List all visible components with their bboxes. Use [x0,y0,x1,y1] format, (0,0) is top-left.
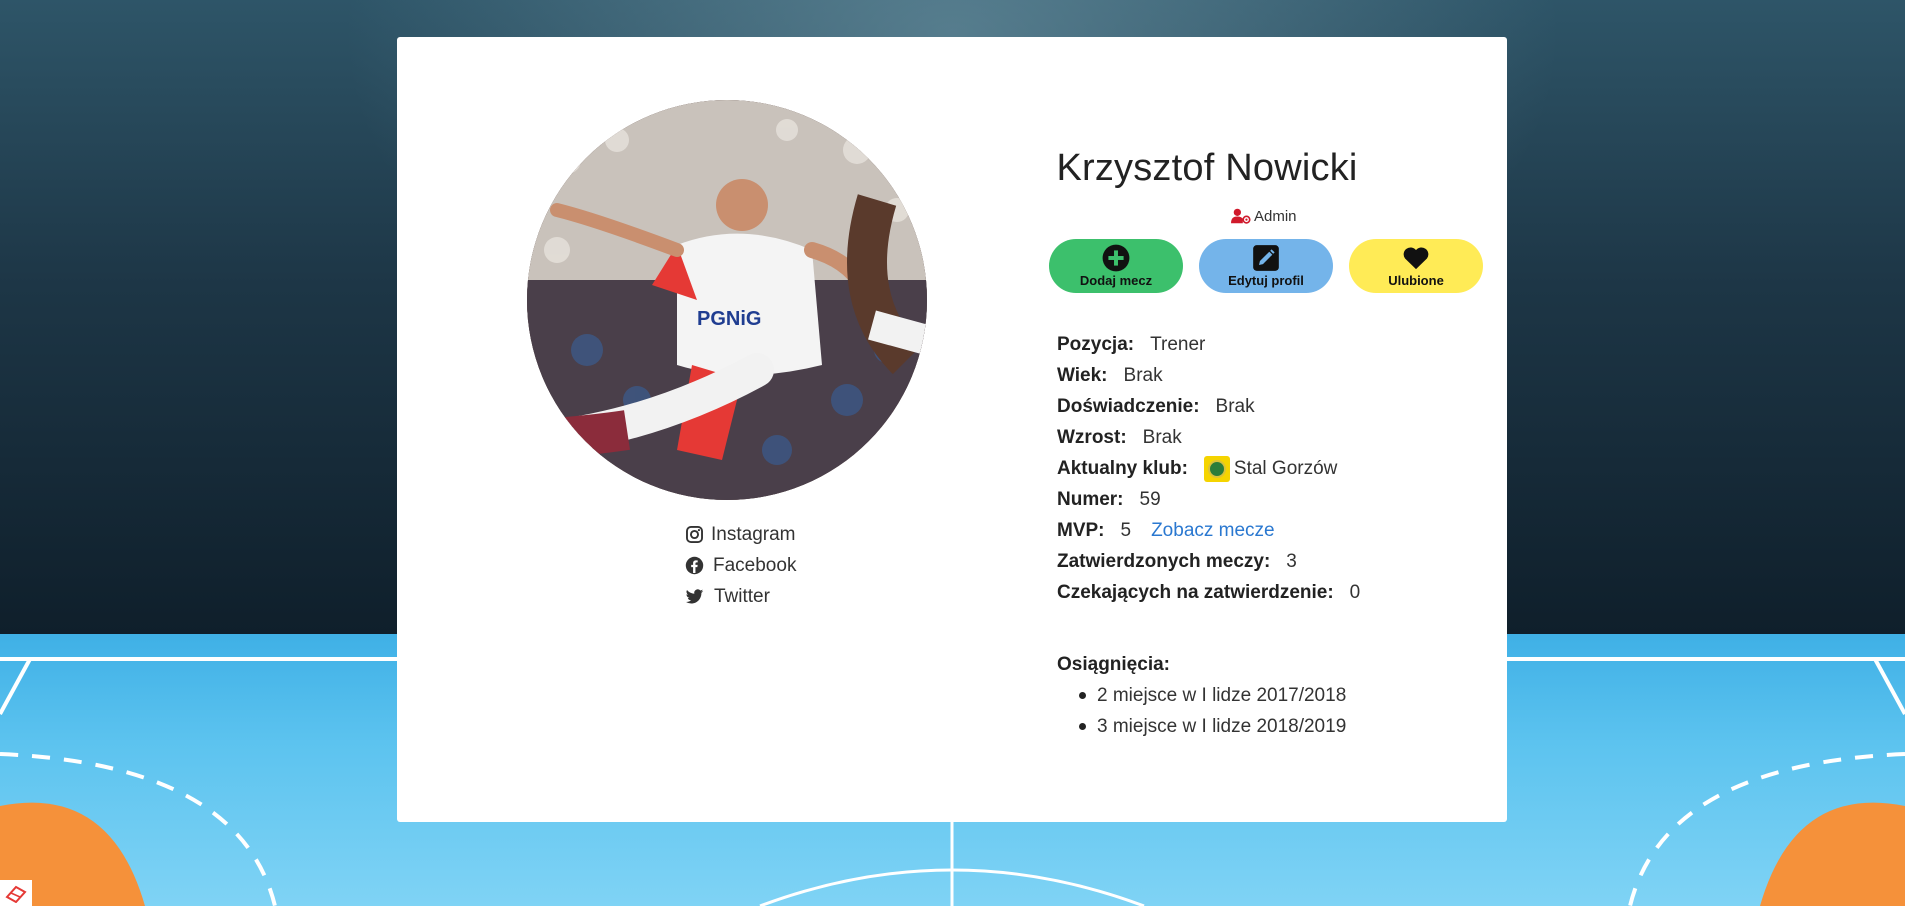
instagram-label: Instagram [711,523,796,545]
club-value: Stal Gorzów [1233,457,1338,479]
twitter-icon [685,589,704,604]
favorites-button[interactable]: Ulubione [1349,239,1483,293]
user-admin-icon [1231,208,1251,224]
profile-photo: PGNiG [527,100,927,500]
position-label: Pozycja: [1057,333,1135,355]
mvp-value: 5 [1120,519,1132,541]
add-match-label: Dodaj mecz [1079,273,1153,288]
profile-details: Pozycja: Trener Wiek: Brak Doświadczenie… [1057,329,1360,608]
add-match-button[interactable]: Dodaj mecz [1049,239,1183,293]
action-buttons: Dodaj mecz Edytuj profil Ulubione [1049,239,1483,293]
age-label: Wiek: [1057,364,1108,386]
edit-profile-button[interactable]: Edytuj profil [1199,239,1333,293]
pending-value: 0 [1349,581,1361,603]
heart-icon [1403,247,1429,270]
list-item: 2 miejsce w I lidze 2017/2018 [1079,680,1346,711]
number-row: Numer: 59 [1057,484,1360,515]
mvp-row: MVP: 5 Zobacz mecze [1057,515,1360,546]
instagram-icon [686,526,703,543]
achievements-list: 2 miejsce w I lidze 2017/2018 3 miejsce … [1079,680,1346,742]
mvp-label: MVP: [1057,519,1105,541]
role-badge: Admin [1231,207,1297,225]
list-item: 3 miejsce w I lidze 2018/2019 [1079,711,1346,742]
approved-value: 3 [1286,550,1297,572]
twitter-label: Twitter [714,585,770,607]
edit-icon [1253,245,1279,271]
pending-label: Czekających na zatwierdzenie: [1057,581,1334,603]
favorites-label: Ulubione [1388,273,1444,288]
approved-label: Zatwierdzonych meczy: [1057,550,1271,572]
see-matches-link[interactable]: Zobacz mecze [1151,520,1275,542]
position-row: Pozycja: Trener [1057,329,1360,360]
experience-label: Doświadczenie: [1057,395,1200,417]
achievements-section: Osiągnięcia: 2 miejsce w I lidze 2017/20… [1057,649,1346,742]
number-label: Numer: [1057,488,1124,510]
club-row: Aktualny klub: Stal Gorzów [1057,453,1360,484]
club-logo-icon [1203,455,1230,482]
club-label: Aktualny klub: [1057,457,1188,479]
profile-card: PGNiG Instagram Facebook Twitter Krzyszt… [397,37,1507,822]
profile-name: Krzysztof Nowicki [1056,147,1358,189]
edit-profile-label: Edytuj profil [1228,273,1304,288]
experience-row: Doświadczenie: Brak [1057,391,1360,422]
achievements-title: Osiągnięcia: [1057,653,1170,675]
age-value: Brak [1123,364,1163,386]
cube-icon [5,885,27,903]
height-label: Wzrost: [1057,426,1127,448]
pending-row: Czekających na zatwierdzenie: 0 [1057,577,1360,608]
facebook-icon [685,556,704,575]
height-value: Brak [1142,426,1182,448]
facebook-label: Facebook [713,554,797,576]
age-row: Wiek: Brak [1057,360,1360,391]
facebook-link[interactable]: Facebook [685,550,885,581]
role-label: Admin [1254,207,1297,225]
player-photo-image: PGNiG [527,100,927,500]
number-value: 59 [1139,488,1161,510]
experience-value: Brak [1215,395,1255,417]
social-links: Instagram Facebook Twitter [685,519,885,612]
svg-text:PGNiG: PGNiG [697,308,761,330]
approved-row: Zatwierdzonych meczy: 3 [1057,546,1360,577]
position-value: Trener [1150,333,1206,355]
corner-widget-icon[interactable] [0,880,32,906]
height-row: Wzrost: Brak [1057,422,1360,453]
instagram-link[interactable]: Instagram [685,519,885,550]
twitter-link[interactable]: Twitter [685,581,885,612]
plus-circle-icon [1102,244,1130,272]
